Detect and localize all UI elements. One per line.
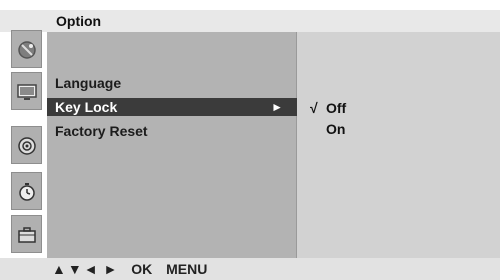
briefcase-icon[interactable] [11,215,42,253]
menu-item-factory-reset[interactable]: Factory Reset [47,122,297,140]
menu-item-label: Key Lock [55,99,118,115]
clock-icon[interactable] [11,172,42,210]
menu-item-label: Language [55,75,122,91]
left-arrow-icon: ◄ [83,261,98,277]
title-bar: Option [0,10,500,32]
option-on[interactable]: On [326,120,345,138]
satellite-dish-icon[interactable] [11,30,42,68]
right-arrow-icon: ► [103,261,118,277]
page-title: Option [56,13,102,29]
check-mark-icon: √ [310,100,318,116]
menu-item-label: Factory Reset [55,123,148,139]
tv-monitor-icon[interactable] [11,72,42,110]
option-off[interactable]: Off [326,99,346,117]
speaker-icon[interactable] [11,126,42,164]
menu-item-key-lock[interactable]: Key Lock ► [47,98,297,116]
menu-panel [47,32,297,258]
menu-hint: MENU [166,261,208,277]
up-arrow-icon: ▲ [52,261,66,277]
menu-item-language[interactable]: Language [47,74,297,92]
ok-hint: OK [131,261,153,277]
submenu-arrow-icon: ► [271,100,283,114]
footer-hint-bar: ▲ ▼ ◄ ► OK MENU [0,258,500,280]
options-panel [297,32,500,258]
down-arrow-icon: ▼ [67,261,82,277]
